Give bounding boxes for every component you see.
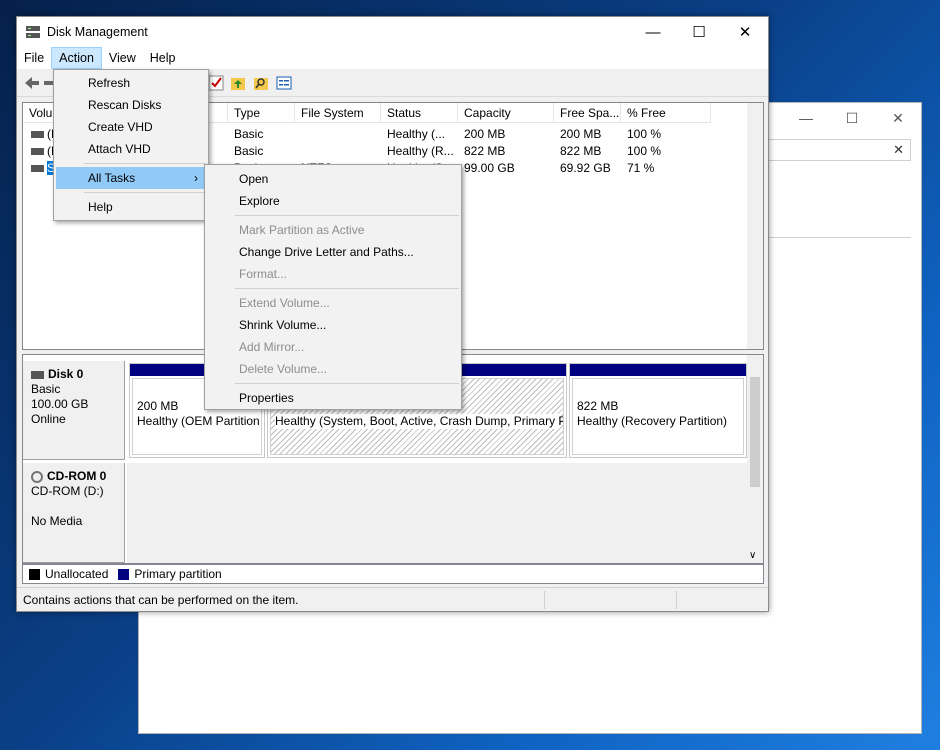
- column-capacity[interactable]: Capacity: [458, 103, 554, 123]
- menu-bar: File Action View Help: [17, 47, 768, 69]
- column-type[interactable]: Type: [228, 103, 295, 123]
- close-button[interactable]: ✕: [722, 17, 768, 47]
- bg-close-button[interactable]: ✕: [875, 103, 921, 133]
- cell-percent: 100 %: [627, 127, 662, 141]
- column-free-space[interactable]: Free Spa...: [554, 103, 621, 123]
- column-percent-free[interactable]: % Free: [621, 103, 711, 123]
- menu-item-format[interactable]: Format...: [207, 263, 459, 285]
- cell-capacity: 822 MB: [464, 144, 506, 158]
- menu-item-mark-active[interactable]: Mark Partition as Active: [207, 219, 459, 241]
- hard-disk-icon: [31, 370, 44, 379]
- disk-0-label[interactable]: Disk 0 Basic 100.00 GB Online: [23, 361, 125, 460]
- cell-type: Basic: [234, 127, 264, 141]
- volume-icon: [31, 148, 44, 155]
- menu-item-open[interactable]: Open: [207, 168, 459, 190]
- graphical-scrollbar[interactable]: ∨: [747, 355, 763, 563]
- cell-percent: 100 %: [627, 144, 662, 158]
- menu-item-refresh[interactable]: Refresh: [56, 72, 206, 94]
- menu-item-extend-volume[interactable]: Extend Volume...: [207, 292, 459, 314]
- status-text: Contains actions that can be performed o…: [23, 592, 299, 607]
- submenu-arrow-icon: ›: [194, 171, 198, 185]
- minimize-button[interactable]: —: [630, 17, 676, 47]
- partition-recovery[interactable]: 822 MB Healthy (Recovery Partition): [569, 363, 747, 458]
- menu-item-add-mirror[interactable]: Add Mirror...: [207, 336, 459, 358]
- volume-icon: [31, 131, 44, 138]
- menu-item-explore[interactable]: Explore: [207, 190, 459, 212]
- legend: Unallocated Primary partition: [22, 564, 764, 584]
- bg-clear-icon[interactable]: ✕: [893, 142, 904, 158]
- menu-item-change-drive-letter[interactable]: Change Drive Letter and Paths...: [207, 241, 459, 263]
- cell-capacity: 99.00 GB: [464, 161, 515, 175]
- title-bar: Disk Management — ☐ ✕: [17, 17, 768, 47]
- menu-action[interactable]: Action: [51, 47, 102, 69]
- bg-maximize-button[interactable]: ☐: [829, 103, 875, 133]
- menu-file[interactable]: File: [17, 47, 51, 69]
- check-icon[interactable]: [207, 74, 225, 92]
- cell-free: 822 MB: [560, 144, 602, 158]
- disk-0-state: Online: [31, 412, 66, 426]
- properties-icon[interactable]: [275, 74, 293, 92]
- menu-item-attach-vhd[interactable]: Attach VHD: [56, 138, 206, 160]
- maximize-button[interactable]: ☐: [676, 17, 722, 47]
- cell-type: Basic: [234, 144, 264, 158]
- column-file-system[interactable]: File System: [295, 103, 381, 123]
- menu-item-delete-volume[interactable]: Delete Volume...: [207, 358, 459, 380]
- cdrom-type: CD-ROM (D:): [31, 484, 104, 498]
- cell-capacity: 200 MB: [464, 127, 506, 141]
- volume-icon: [31, 165, 44, 172]
- menu-item-create-vhd[interactable]: Create VHD: [56, 116, 206, 138]
- back-arrow-icon[interactable]: [23, 74, 41, 92]
- scroll-thumb[interactable]: [750, 377, 760, 487]
- window-title: Disk Management: [47, 25, 148, 39]
- cell-percent: 71 %: [627, 161, 655, 175]
- bg-minimize-button[interactable]: —: [783, 103, 829, 133]
- menu-view[interactable]: View: [102, 47, 143, 69]
- menu-item-all-tasks[interactable]: All Tasks ›: [56, 167, 206, 189]
- status-bar: Contains actions that can be performed o…: [17, 587, 768, 611]
- search-icon[interactable]: [252, 74, 270, 92]
- disk-0-size: 100.00 GB: [31, 397, 89, 411]
- action-menu: Refresh Rescan Disks Create VHD Attach V…: [53, 69, 209, 221]
- menu-item-help[interactable]: Help: [56, 196, 206, 218]
- legend-primary: Primary partition: [134, 567, 222, 581]
- menu-help[interactable]: Help: [143, 47, 183, 69]
- primary-swatch: [118, 568, 130, 580]
- cell-free: 69.92 GB: [560, 161, 611, 175]
- cd-rom-icon: [31, 470, 43, 483]
- cdrom-0-label[interactable]: CD-ROM 0 CD-ROM (D:) No Media: [23, 463, 125, 563]
- menu-item-properties[interactable]: Properties: [207, 387, 459, 409]
- cell-free: 200 MB: [560, 127, 602, 141]
- menu-item-rescan-disks[interactable]: Rescan Disks: [56, 94, 206, 116]
- disk-management-icon: [26, 26, 40, 38]
- cell-status: Healthy (R...: [387, 144, 454, 158]
- disk-0-type: Basic: [31, 382, 61, 396]
- table-scrollbar[interactable]: [747, 103, 763, 349]
- scroll-down-icon[interactable]: ∨: [749, 550, 756, 561]
- all-tasks-menu: Open Explore Mark Partition as Active Ch…: [204, 164, 462, 410]
- legend-unallocated: Unallocated: [45, 567, 109, 581]
- cell-status: Healthy (...: [387, 127, 446, 141]
- column-status[interactable]: Status: [381, 103, 458, 123]
- bg-divider: [767, 237, 911, 238]
- menu-item-shrink-volume[interactable]: Shrink Volume...: [207, 314, 459, 336]
- cdrom-state: No Media: [31, 514, 83, 528]
- cdrom-area: [127, 463, 747, 563]
- folder-up-icon[interactable]: [229, 74, 247, 92]
- background-window-controls: — ☐ ✕: [783, 103, 921, 133]
- unallocated-swatch: [29, 568, 40, 580]
- bg-search-field[interactable]: ✕: [767, 139, 911, 161]
